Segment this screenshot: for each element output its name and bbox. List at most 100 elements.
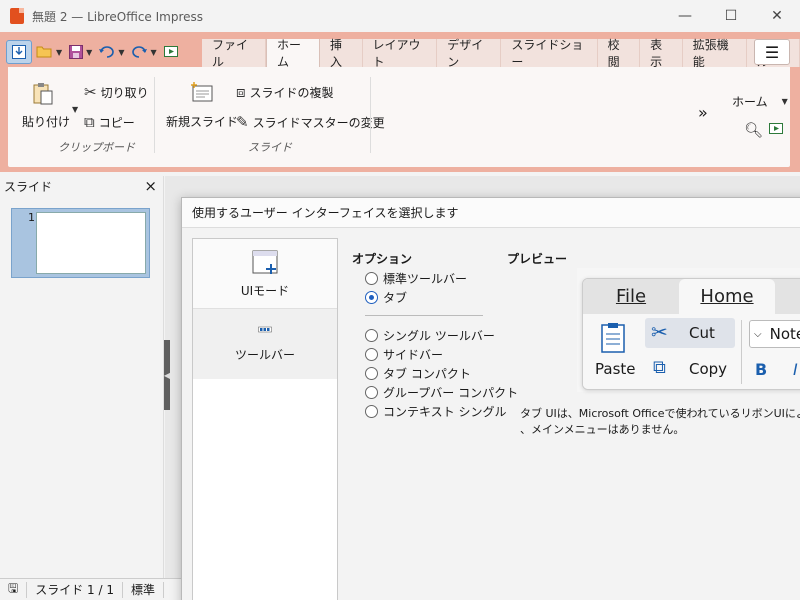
group-divider xyxy=(154,77,155,153)
tab-view[interactable]: 表示 xyxy=(640,38,683,69)
preview-paste-label: Paste xyxy=(595,360,636,378)
ribbon-tabs: ファイル ホーム 挿入 レイアウト デザイン スライドショー 校閲 表示 拡張機… xyxy=(202,38,800,69)
impress-app-icon xyxy=(10,8,24,24)
slide-group-label: スライド xyxy=(248,141,292,154)
radio-single-toolbar[interactable]: シングル ツールバー xyxy=(365,327,495,344)
radio-button-checked xyxy=(365,291,378,304)
start-show-button[interactable] xyxy=(161,40,181,64)
radio-label: コンテキスト シングル xyxy=(383,405,507,419)
preview-bold-label: B xyxy=(755,360,768,379)
chevron-down-icon: ▼ xyxy=(56,47,63,57)
undo-icon xyxy=(99,46,115,58)
collapse-left-icon: ◀ xyxy=(163,370,171,380)
preview-image: File Home Paste ✂ Cut ⧉ Copy ⌵ Note B I xyxy=(582,278,800,390)
slide-pane-header: スライド × xyxy=(0,176,163,196)
radio-standard-toolbar[interactable]: 標準ツールバー xyxy=(365,270,467,287)
tab-home[interactable]: ホーム xyxy=(266,38,320,69)
tab-review[interactable]: 校閲 xyxy=(597,38,641,69)
mode-item-toolbar[interactable]: ツールバー xyxy=(193,309,337,379)
preview-tab-home: Home xyxy=(679,279,775,314)
main-menu-button[interactable]: ☰ xyxy=(754,39,790,65)
preview-heading: プレビュー xyxy=(507,252,568,266)
overflow-button[interactable]: » xyxy=(698,103,708,122)
doc-save-status[interactable]: 🖫 xyxy=(0,581,28,598)
slide-master-icon: ✎ xyxy=(236,113,249,131)
slide-thumbnail-selected[interactable]: 1 xyxy=(11,208,150,278)
minimize-button[interactable]: — xyxy=(662,0,708,32)
ui-mode-icon xyxy=(252,250,278,274)
save-toggle-button[interactable] xyxy=(6,40,32,64)
slide-thumbnail xyxy=(36,212,146,274)
tab-extensions[interactable]: 拡張機能 xyxy=(682,38,747,69)
slide-number: 1 xyxy=(28,211,35,224)
toolbar-mode-icon xyxy=(258,326,272,332)
slideshow-button[interactable] xyxy=(768,121,784,137)
mode-item-label: ツールバー xyxy=(234,347,295,362)
preview-italic-label: I xyxy=(793,360,798,379)
clipboard-group-label: クリップボード xyxy=(58,141,135,154)
scissors-icon: ✂ xyxy=(84,83,97,101)
radio-groupedbar-compact[interactable]: グループバー コンパクト xyxy=(365,384,518,401)
slide-pane: スライド × 1 xyxy=(0,176,164,578)
undo-button[interactable]: ▼ xyxy=(96,40,126,64)
chevron-down-icon: ▼ xyxy=(781,97,788,106)
radio-button xyxy=(365,329,378,342)
tab-design[interactable]: デザイン xyxy=(437,38,502,69)
save-button[interactable]: ▼ xyxy=(66,40,94,64)
save-toggle-icon xyxy=(12,45,26,59)
window-title: 無題 2 — LibreOffice Impress xyxy=(32,9,204,24)
title-bar: 無題 2 — LibreOffice Impress — ☐ ✕ xyxy=(0,0,800,32)
save-icon xyxy=(69,45,84,59)
radio-tabbed[interactable]: タブ xyxy=(365,289,407,306)
find-icon: 🔍︎ xyxy=(744,121,764,139)
radio-tabbed-compact[interactable]: タブ コンパクト xyxy=(365,365,471,382)
chevron-down-icon: ⌵ xyxy=(754,328,762,340)
radio-button xyxy=(365,348,378,361)
preview-copy-label: Copy xyxy=(689,360,728,378)
home-tab-dropdown[interactable]: ホーム ▼ xyxy=(732,93,788,110)
radio-sidebar[interactable]: サイドバー xyxy=(365,346,443,363)
mode-description: タブ UIは、Microsoft Officeで使われているリボンUIによく似た… xyxy=(520,406,800,438)
tab-file[interactable]: ファイル xyxy=(202,38,267,69)
open-icon xyxy=(36,46,52,58)
preview-cut-label: Cut xyxy=(689,324,715,342)
radio-contextual-single[interactable]: コンテキスト シングル xyxy=(365,403,506,420)
preview-tabs: File Home xyxy=(583,279,800,314)
radio-button xyxy=(365,272,378,285)
start-show-icon xyxy=(163,46,178,57)
copy-button[interactable]: ⧉ コピー xyxy=(84,113,135,131)
tab-layout[interactable]: レイアウト xyxy=(362,38,438,69)
document-icon: 🖫 xyxy=(8,581,19,595)
scissors-icon: ✂ xyxy=(651,320,668,344)
new-slide-button[interactable]: 新規スライド xyxy=(166,81,238,130)
radio-button xyxy=(365,405,378,418)
pane-splitter[interactable]: ◀ xyxy=(164,340,170,410)
radio-label: タブ コンパクト xyxy=(383,367,471,381)
description-line-1: タブ UIは、Microsoft Officeで使われているリボンUIによく似た… xyxy=(520,407,800,420)
maximize-button[interactable]: ☐ xyxy=(708,0,754,32)
mode-item-ui-mode[interactable]: UIモード xyxy=(193,239,337,309)
preview-font-name: Note xyxy=(769,325,800,343)
chevron-down-icon[interactable]: ▼ xyxy=(72,105,78,114)
paste-icon xyxy=(33,83,53,105)
preview-tab-file-label: File xyxy=(615,286,647,307)
layout-status: 標準 xyxy=(123,581,165,598)
radio-button xyxy=(365,367,378,380)
change-master-button[interactable]: ✎ スライドマスターの変更 xyxy=(236,113,385,131)
redo-button[interactable]: ▼ xyxy=(128,40,158,64)
minimize-icon: — xyxy=(678,8,692,24)
find-button[interactable]: 🔍︎ xyxy=(744,121,767,139)
chevron-down-icon: ▼ xyxy=(118,47,125,57)
cut-button[interactable]: ✂ 切り取り xyxy=(84,83,149,101)
change-master-label: スライドマスターの変更 xyxy=(252,115,385,130)
close-pane-button[interactable]: × xyxy=(144,177,157,195)
preview-tab-home-label: Home xyxy=(700,286,754,307)
tab-insert[interactable]: 挿入 xyxy=(319,38,363,69)
quick-access-toolbar: ▼ ▼ ▼ ▼ xyxy=(6,38,181,66)
tab-slideshow[interactable]: スライドショー xyxy=(501,38,598,69)
paste-button[interactable]: 貼り付け xyxy=(22,81,70,130)
close-window-button[interactable]: ✕ xyxy=(754,0,800,32)
open-button[interactable]: ▼ xyxy=(34,40,64,64)
redo-icon xyxy=(132,46,148,58)
duplicate-slide-button[interactable]: ⧈ スライドの複製 xyxy=(236,83,334,101)
